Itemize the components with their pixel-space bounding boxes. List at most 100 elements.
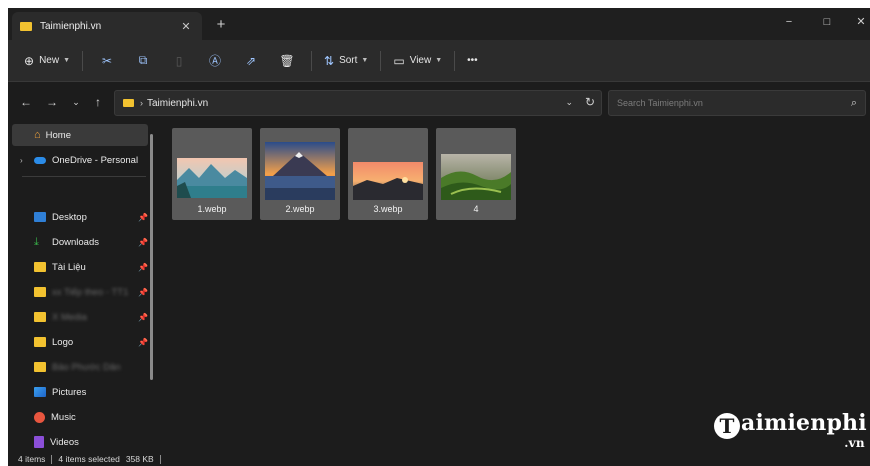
sidebar-item-desktop[interactable]: Desktop 📌: [12, 206, 148, 228]
breadcrumb[interactable]: Taimienphi.vn: [147, 98, 208, 109]
sidebar-item-label: Pictures: [52, 386, 87, 398]
separator: [454, 50, 456, 71]
sidebar-item-downloads[interactable]: ⤓ Downloads 📌: [12, 231, 148, 253]
share-icon: ⇗: [245, 53, 257, 68]
folder-icon: [34, 312, 46, 322]
search-placeholder: Search Taimienphi.vn: [617, 98, 703, 108]
back-arrow-icon[interactable]: ←: [18, 94, 34, 110]
expand-chevron-icon[interactable]: ›: [20, 156, 23, 165]
folder-icon: [34, 262, 46, 272]
sidebar-item-logo[interactable]: Logo 📌: [12, 331, 148, 353]
trash-icon: 🗑: [279, 53, 295, 68]
selected-count: 4 items selected: [58, 454, 120, 464]
up-arrow-icon[interactable]: ↑: [90, 94, 106, 110]
tab-taimienphi[interactable]: Taimienphi.vn ✕: [12, 12, 202, 40]
tab-close-icon[interactable]: ✕: [178, 20, 194, 33]
sidebar-item-music[interactable]: Music: [12, 406, 148, 428]
new-button[interactable]: ⊕ New ▼: [18, 48, 76, 74]
folder-icon: [123, 99, 134, 107]
new-tab-button[interactable]: +: [212, 16, 230, 34]
sidebar-item-videos[interactable]: Videos: [12, 431, 148, 453]
sidebar-item-pictures[interactable]: Pictures: [12, 381, 148, 403]
file-list: 1.webp 2.webp 3.webp 4: [160, 122, 870, 452]
pin-icon: 📌: [138, 312, 148, 322]
file-name: 4: [473, 204, 479, 214]
copy-icon: ⧉: [138, 53, 148, 67]
folder-icon: [34, 337, 46, 347]
sidebar-item-blurred-3[interactable]: Bảo Phước Dân: [12, 356, 148, 378]
paste-icon: ▯: [175, 53, 183, 68]
folder-icon: [20, 21, 32, 31]
close-window-button[interactable]: ✕: [852, 14, 870, 30]
forward-arrow-icon[interactable]: →: [44, 94, 60, 110]
sidebar-item-blurred-2[interactable]: X Media 📌: [12, 306, 148, 328]
file-explorer-window: Taimienphi.vn ✕ + − □ ✕ ⊕ New ▼ ✂ ⧉ ▯ Ⓐ …: [8, 8, 870, 466]
new-label: New: [39, 55, 60, 66]
paste-button[interactable]: ▯: [161, 48, 197, 74]
divider: [159, 454, 161, 464]
cut-button[interactable]: ✂: [89, 48, 125, 74]
item-count: 4 items: [18, 454, 46, 464]
separator: [82, 50, 84, 71]
sort-button[interactable]: ⇅ Sort ▼: [318, 48, 374, 74]
divider: [51, 454, 53, 464]
file-tile[interactable]: 4: [436, 128, 516, 220]
pin-icon: 📌: [138, 287, 148, 297]
sidebar-item-label: Bảo Phước Dân: [52, 361, 121, 373]
sort-icon: ⇅: [324, 53, 335, 68]
breadcrumb-chevron-icon: ›: [140, 98, 143, 108]
minimize-button[interactable]: −: [780, 14, 798, 30]
chevron-down-icon: ▼: [361, 57, 369, 64]
sidebar-item-onedrive[interactable]: › OneDrive - Personal: [12, 149, 148, 171]
pin-icon: 📌: [138, 237, 148, 247]
file-tile[interactable]: 1.webp: [172, 128, 252, 220]
view-button[interactable]: ▭ View ▼: [387, 48, 448, 74]
file-name: 3.webp: [373, 204, 403, 214]
thumbnail-volcano-sunset-icon: [265, 142, 335, 200]
videos-icon: [34, 436, 44, 448]
view-label: View: [409, 55, 432, 66]
search-icon: ⌕: [850, 96, 857, 109]
file-name: 2.webp: [285, 204, 315, 214]
sidebar-item-label: Logo: [52, 336, 74, 348]
share-button[interactable]: ⇗: [233, 48, 269, 74]
sidebar-item-blurred-1[interactable]: xx Tiếp theo - TT1 📌: [12, 281, 148, 303]
home-icon: ⌂: [34, 129, 41, 141]
recent-chevron-icon[interactable]: ⌄: [68, 94, 84, 110]
music-icon: [34, 411, 45, 423]
maximize-button[interactable]: □: [818, 14, 836, 30]
rename-button[interactable]: Ⓐ: [197, 48, 233, 74]
more-options-button[interactable]: •••: [461, 48, 484, 74]
address-dropdown-icon[interactable]: ⌄: [565, 97, 573, 108]
more-icon: •••: [467, 55, 478, 66]
title-bar: Taimienphi.vn ✕ + − □ ✕: [8, 8, 870, 40]
refresh-icon[interactable]: ↻: [585, 95, 595, 109]
search-input[interactable]: Search Taimienphi.vn ⌕: [608, 90, 866, 116]
sidebar-scrollbar[interactable]: [150, 134, 153, 380]
chevron-down-icon: ▼: [63, 57, 71, 64]
sidebar-item-label: Desktop: [52, 211, 87, 223]
view-icon: ▭: [393, 53, 405, 68]
sidebar-item-tai-lieu[interactable]: Tài Liệu 📌: [12, 256, 148, 278]
sidebar-item-label: Music: [51, 411, 76, 423]
file-tile[interactable]: 3.webp: [348, 128, 428, 220]
pin-icon: 📌: [138, 262, 148, 272]
file-tile[interactable]: 2.webp: [260, 128, 340, 220]
sidebar-item-label: OneDrive - Personal: [52, 154, 139, 166]
thumbnail-green-hills-icon: [441, 154, 511, 200]
copy-button[interactable]: ⧉: [125, 48, 161, 74]
delete-button[interactable]: 🗑: [269, 48, 305, 74]
rename-icon: Ⓐ: [209, 54, 222, 68]
selected-size: 358 KB: [125, 454, 154, 464]
download-icon: ⤓: [34, 235, 39, 248]
folder-icon: [34, 287, 46, 297]
watermark-brand: aimienphi: [741, 410, 867, 436]
plus-circle-icon: ⊕: [24, 53, 35, 68]
divider: [22, 176, 146, 177]
navigation-pane: ⌂ Home › OneDrive - Personal Desktop 📌 ⤓…: [8, 122, 160, 452]
sidebar-item-home[interactable]: ⌂ Home: [12, 124, 148, 146]
address-bar[interactable]: › Taimienphi.vn ⌄ ↻: [114, 90, 602, 116]
sidebar-item-label: X Media: [52, 311, 87, 323]
taimienphi-watermark-logo: Taimienphi .vn: [714, 410, 867, 450]
cloud-icon: [34, 156, 46, 164]
